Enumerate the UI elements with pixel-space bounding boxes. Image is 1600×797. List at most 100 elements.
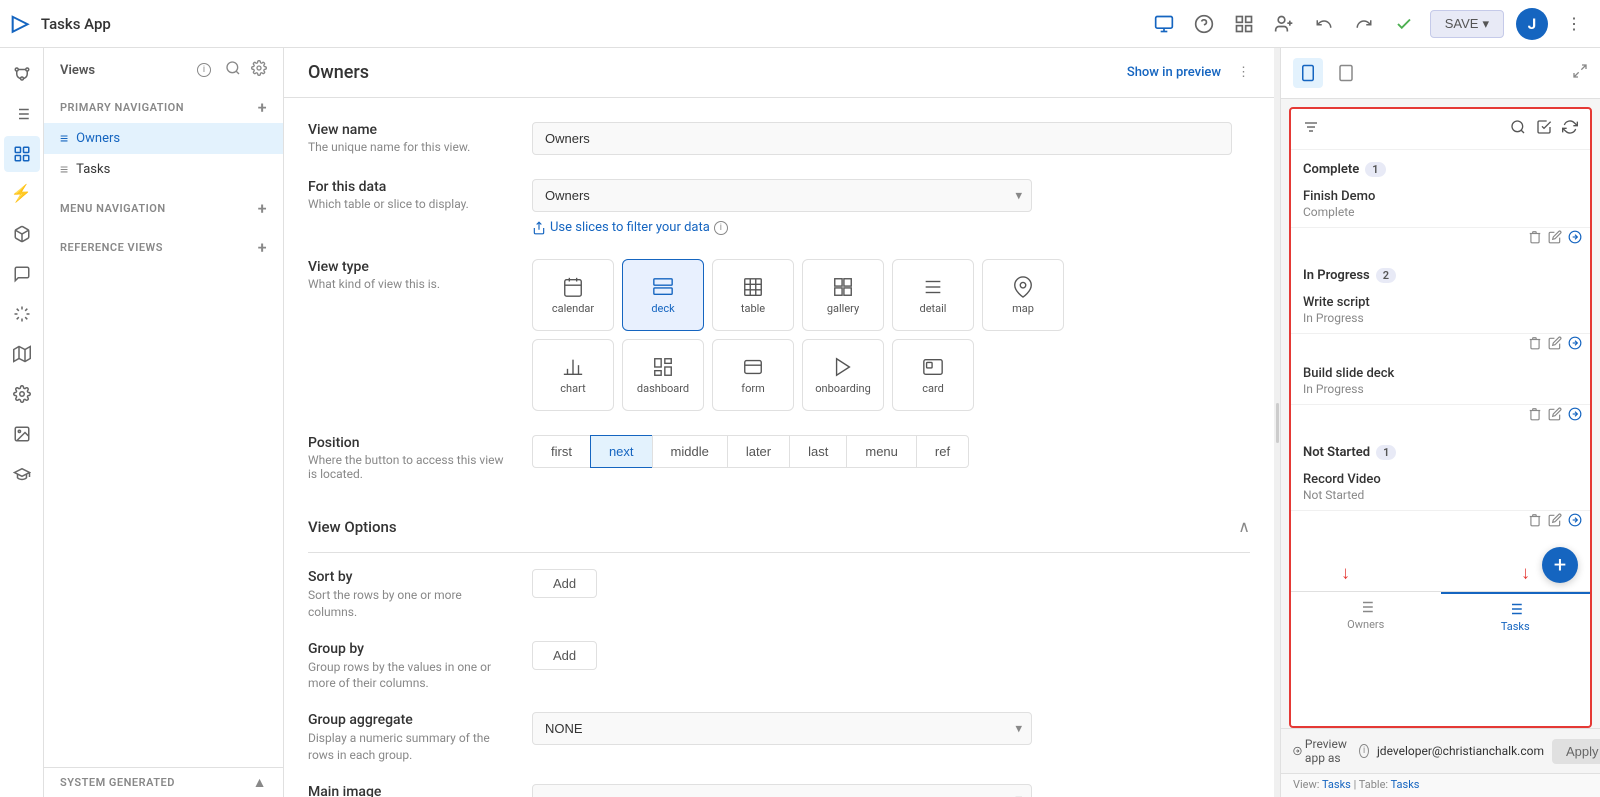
use-slices-info-icon[interactable]: i	[714, 221, 728, 235]
monitor-icon[interactable]	[1150, 10, 1178, 38]
preview-mobile-icon[interactable]	[1293, 58, 1323, 88]
views-info-icon[interactable]: i	[197, 63, 211, 77]
aggregate-select[interactable]: NONE	[532, 712, 1032, 745]
preview-item-record-video[interactable]: Record Video Not Started	[1291, 464, 1590, 511]
preview-check-icon[interactable]	[1536, 119, 1552, 139]
preview-search-icon[interactable]	[1510, 119, 1526, 139]
view-type-calendar[interactable]: calendar	[532, 259, 614, 331]
view-type-detail[interactable]: detail	[892, 259, 974, 331]
user-avatar[interactable]: J	[1516, 8, 1548, 40]
app-logo: ▷	[12, 11, 29, 36]
reference-nav-header: REFERENCE VIEWS +	[44, 232, 283, 263]
sidebar-icon-bolt[interactable]: ⚡	[4, 176, 40, 212]
preview-refresh-icon[interactable]	[1562, 119, 1578, 139]
more-menu-icon[interactable]: ⋮	[1560, 10, 1588, 38]
sidebar-icon-settings[interactable]	[4, 376, 40, 412]
view-type-card[interactable]: card	[892, 339, 974, 411]
preview-expand-icon[interactable]	[1572, 63, 1588, 83]
content-more-icon[interactable]: ⋮	[1237, 65, 1250, 80]
preview-delete-icon-2[interactable]	[1528, 407, 1542, 425]
preview-tablet-icon[interactable]	[1331, 58, 1361, 88]
views-search-icon[interactable]	[225, 60, 241, 80]
main-image-row: Main image The image column to display f…	[308, 784, 1250, 797]
preview-edit-icon-1[interactable]	[1548, 336, 1562, 354]
show-preview-button[interactable]: Show in preview	[1127, 65, 1221, 80]
redo-icon[interactable]	[1350, 10, 1378, 38]
position-label: Position Where the button to access this…	[308, 435, 508, 481]
nav-item-owners[interactable]: ≡ Owners	[44, 123, 283, 154]
preview-filter-icon[interactable]	[1303, 119, 1319, 139]
primary-nav-add-icon[interactable]: +	[258, 98, 267, 117]
sidebar-icon-bulb[interactable]	[4, 296, 40, 332]
sidebar-icon-views[interactable]	[4, 136, 40, 172]
position-next[interactable]: next	[590, 435, 652, 468]
for-data-select[interactable]: Owners	[532, 179, 1032, 212]
view-type-deck[interactable]: deck	[622, 259, 704, 331]
preview-edit-icon-2[interactable]	[1548, 407, 1562, 425]
content-header: Owners Show in preview ⋮	[284, 48, 1274, 98]
sidebar-icon-package[interactable]	[4, 216, 40, 252]
preview-nav-owners[interactable]: Owners	[1291, 592, 1441, 637]
view-name-input[interactable]	[532, 122, 1232, 155]
preview-edit-icon-3[interactable]	[1548, 513, 1562, 531]
group-content: Add	[532, 641, 1250, 670]
help-icon[interactable]	[1190, 10, 1218, 38]
preview-arrow-icon-2[interactable]	[1568, 407, 1582, 425]
views-settings-icon[interactable]	[251, 60, 267, 80]
preview-arrow-icon-0[interactable]	[1568, 230, 1582, 248]
preview-arrow-icon-1[interactable]	[1568, 336, 1582, 354]
menu-nav-add-icon[interactable]: +	[258, 199, 267, 218]
view-type-gallery[interactable]: gallery	[802, 259, 884, 331]
view-type-dashboard[interactable]: dashboard	[622, 339, 704, 411]
position-last[interactable]: last	[789, 435, 846, 468]
view-type-onboarding[interactable]: onboarding	[802, 339, 884, 411]
grid-icon[interactable]	[1230, 10, 1258, 38]
footer-view-link[interactable]: Tasks	[1322, 778, 1351, 791]
person-add-icon[interactable]	[1270, 10, 1298, 38]
position-ref[interactable]: ref	[916, 435, 969, 468]
position-menu[interactable]: menu	[846, 435, 916, 468]
undo-icon[interactable]	[1310, 10, 1338, 38]
position-first[interactable]: first	[532, 435, 590, 468]
footer-table-link[interactable]: Tasks	[1391, 778, 1420, 791]
sidebar-icon-chat[interactable]	[4, 256, 40, 292]
preview-delete-icon-0[interactable]	[1528, 230, 1542, 248]
sidebar-icon-photo[interactable]	[4, 416, 40, 452]
sidebar-icon-list[interactable]	[4, 96, 40, 132]
preview-section-complete: Complete 1 Finish Demo Complete	[1291, 150, 1590, 256]
check-icon[interactable]	[1390, 10, 1418, 38]
view-type-chart[interactable]: chart	[532, 339, 614, 411]
preview-arrow-icon-3[interactable]	[1568, 513, 1582, 531]
main-image-select[interactable]	[532, 784, 1032, 797]
sort-add-button[interactable]: Add	[532, 569, 597, 598]
preview-delete-icon-1[interactable]	[1528, 336, 1542, 354]
preview-item-finish-demo[interactable]: Finish Demo Complete	[1291, 181, 1590, 228]
use-slices-link[interactable]: Use slices to filter your data i	[532, 220, 1250, 235]
save-button[interactable]: SAVE ▾	[1430, 10, 1504, 38]
group-add-button[interactable]: Add	[532, 641, 597, 670]
apply-button[interactable]: Apply	[1552, 739, 1600, 764]
preview-item-slide-deck[interactable]: Build slide deck In Progress	[1291, 358, 1590, 405]
nav-item-tasks[interactable]: ≡ Tasks	[44, 154, 283, 185]
view-name-content	[532, 122, 1250, 155]
sidebar-icon-graduation[interactable]	[4, 456, 40, 492]
view-type-form[interactable]: form	[712, 339, 794, 411]
preview-edit-icon-0[interactable]	[1548, 230, 1562, 248]
sort-content: Add	[532, 569, 1250, 598]
position-middle[interactable]: middle	[652, 435, 727, 468]
system-nav-collapse-icon[interactable]: ▲	[253, 774, 267, 791]
view-options-header[interactable]: View Options ∧	[308, 505, 1250, 548]
preview-notstarted-badge: 1	[1376, 445, 1396, 460]
preview-nav-tasks[interactable]: Tasks	[1441, 592, 1591, 637]
reference-nav-add-icon[interactable]: +	[258, 238, 267, 257]
position-later[interactable]: later	[727, 435, 789, 468]
preview-app-as-info[interactable]: i	[1359, 744, 1369, 758]
view-type-map[interactable]: map	[982, 259, 1064, 331]
preview-add-fab[interactable]: +	[1542, 547, 1578, 583]
sidebar-icon-map[interactable]	[4, 336, 40, 372]
view-options-collapse-icon[interactable]: ∧	[1238, 517, 1250, 536]
preview-item-write-script[interactable]: Write script In Progress	[1291, 287, 1590, 334]
sidebar-icon-routes[interactable]	[4, 56, 40, 92]
view-type-table[interactable]: table	[712, 259, 794, 331]
preview-delete-icon-3[interactable]	[1528, 513, 1542, 531]
